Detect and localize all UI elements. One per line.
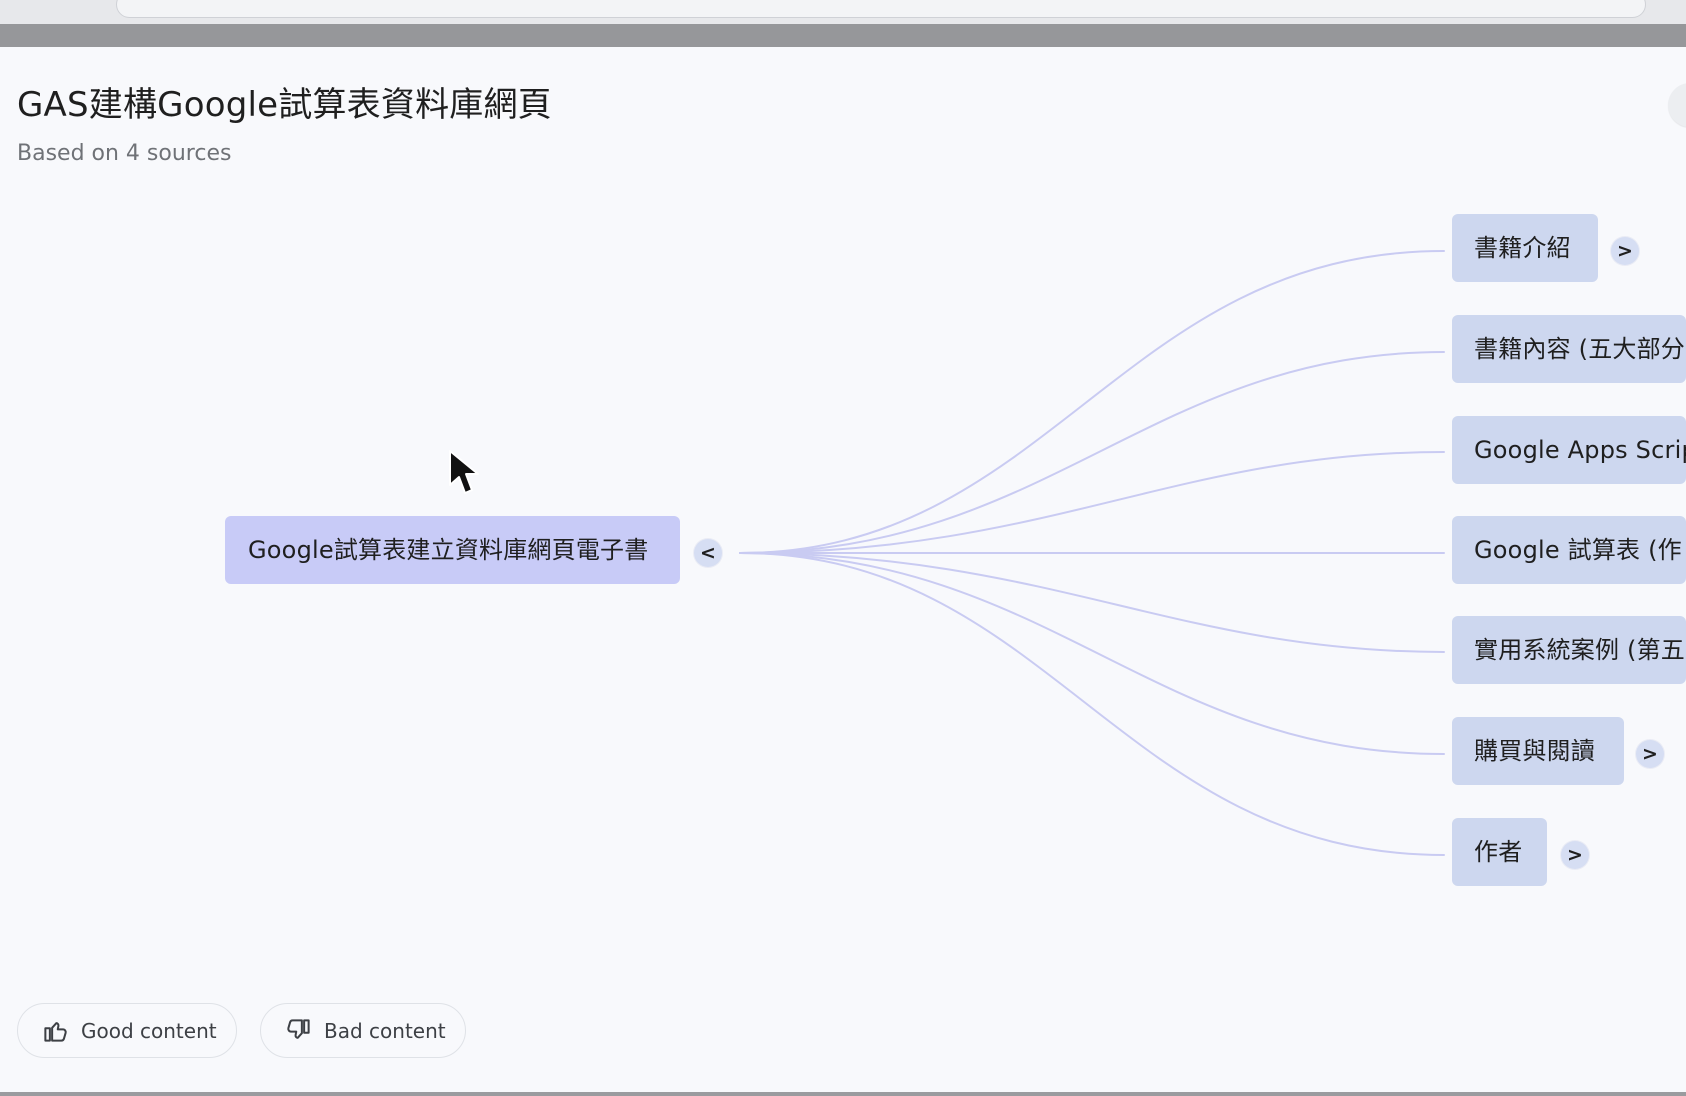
google-sheets-label: Google 試算表 (作: [1474, 536, 1682, 564]
root-node-label: Google試算表建立資料庫網頁電子書: [248, 536, 649, 564]
purchase-reading-expand-toggle[interactable]: >: [1636, 740, 1664, 768]
mouse-pointer-icon: [449, 450, 479, 494]
purchase-reading-label: 購買與閱讀: [1474, 737, 1595, 765]
book-content-label: 書籍內容 (五大部分: [1474, 335, 1685, 363]
mindmap-node-purchase-reading[interactable]: 購買與閱讀: [1452, 717, 1624, 785]
author-expand-toggle[interactable]: >: [1561, 841, 1589, 869]
page-title: GAS建構Google試算表資料庫網頁: [17, 85, 552, 125]
bad-content-button[interactable]: Bad content: [260, 1003, 466, 1058]
thumbs-down-icon: [287, 1019, 310, 1039]
mindmap-node-practical-system-case[interactable]: 實用系統案例 (第五: [1452, 616, 1686, 684]
good-content-button[interactable]: Good content: [17, 1003, 237, 1058]
mindmap-node-google-sheets[interactable]: Google 試算表 (作: [1452, 516, 1686, 584]
mindmap-node-author[interactable]: 作者: [1452, 818, 1547, 886]
source-count-text: Based on 4 sources: [17, 141, 232, 166]
author-label: 作者: [1474, 838, 1523, 866]
good-content-label: Good content: [81, 1018, 217, 1043]
bad-content-label: Bad content: [324, 1018, 446, 1043]
mindmap-node-google-apps-script[interactable]: Google Apps Scrip: [1452, 416, 1686, 484]
book-introduction-expand-toggle[interactable]: >: [1611, 237, 1639, 265]
mindmap-root-node[interactable]: Google試算表建立資料庫網頁電子書: [225, 516, 680, 584]
mindmap-node-book-content[interactable]: 書籍內容 (五大部分: [1452, 315, 1686, 383]
practical-system-case-label: 實用系統案例 (第五: [1474, 636, 1685, 664]
bottom-screen-edge: [0, 1092, 1686, 1096]
browser-chrome: [0, 0, 1686, 25]
root-collapse-toggle[interactable]: <: [694, 539, 722, 567]
address-bar[interactable]: [116, 0, 1646, 18]
notebooklm-mindmap-screen: GAS建構Google試算表資料庫網頁 Based on 4 sources G…: [0, 0, 1686, 1096]
book-introduction-label: 書籍介紹: [1474, 234, 1571, 262]
google-apps-script-label: Google Apps Scrip: [1474, 436, 1686, 464]
mindmap-node-book-introduction[interactable]: 書籍介紹: [1452, 214, 1598, 282]
top-dark-strip: [0, 24, 1686, 47]
thumbs-up-icon: [44, 1022, 67, 1042]
